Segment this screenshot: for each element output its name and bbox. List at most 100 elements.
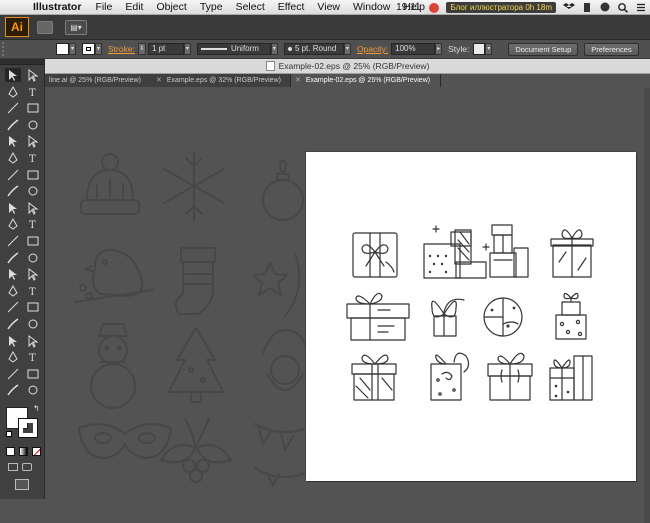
- menu-select[interactable]: Select: [236, 1, 265, 13]
- paintbrush-tool-icon[interactable]: [5, 134, 21, 148]
- eyedropper-tool-icon[interactable]: [5, 234, 21, 248]
- ellipse-tool-icon[interactable]: [5, 317, 21, 331]
- gradient-tool-icon[interactable]: T: [25, 217, 41, 231]
- rotate-tool-icon[interactable]: [5, 168, 21, 182]
- tools-panel-header[interactable]: [0, 59, 44, 65]
- stroke-color-box[interactable]: [18, 418, 38, 438]
- zoom-tool-icon[interactable]: T: [25, 284, 41, 298]
- recording-icon[interactable]: [429, 2, 440, 13]
- santa-icon: [262, 328, 308, 391]
- search-icon[interactable]: [617, 2, 629, 13]
- shape-builder-tool-icon[interactable]: [5, 201, 21, 215]
- stroke-weight-dropdown[interactable]: ▾: [183, 43, 191, 55]
- menu-effect[interactable]: Effect: [278, 1, 305, 13]
- mesh-tool-icon[interactable]: [5, 217, 21, 231]
- twirl-tool-icon[interactable]: [25, 300, 41, 314]
- eraser-tool-icon[interactable]: T: [25, 151, 41, 165]
- hand-grab-tool-icon[interactable]: [5, 383, 21, 397]
- blend-tool-icon[interactable]: [25, 234, 41, 248]
- measure-tool-icon[interactable]: [25, 367, 41, 381]
- symbol-sprayer-tool-icon[interactable]: [5, 251, 21, 265]
- line-tool-icon[interactable]: [5, 118, 21, 132]
- vertical-scrollbar[interactable]: [644, 88, 650, 523]
- menu-view[interactable]: View: [317, 1, 340, 13]
- perspective-grid-tool-icon[interactable]: [25, 201, 41, 215]
- fill-dropdown[interactable]: ▾: [69, 43, 76, 55]
- column-graph-tool-icon[interactable]: [25, 251, 41, 265]
- graphic-style-swatch[interactable]: [473, 43, 486, 55]
- menu-object[interactable]: Object: [156, 1, 186, 13]
- rectangle-tool-icon[interactable]: [25, 118, 41, 132]
- pen-tool-icon[interactable]: [5, 101, 21, 115]
- stroke-swatch[interactable]: [82, 43, 95, 55]
- profile-dropdown[interactable]: ▾: [270, 43, 278, 55]
- star-tool-icon[interactable]: [25, 317, 41, 331]
- menu-file[interactable]: File: [95, 1, 112, 13]
- stroke-stepper[interactable]: ⇕: [137, 43, 146, 55]
- arrange-documents-button[interactable]: ▤▾: [65, 19, 87, 35]
- fill-swatch[interactable]: [56, 43, 69, 55]
- svg-text:T: T: [29, 353, 36, 364]
- width-tool-icon[interactable]: [5, 184, 21, 198]
- stroke-weight-field[interactable]: 1 pt: [147, 43, 184, 55]
- hand-tool-icon[interactable]: [5, 284, 21, 298]
- lasso-tool-icon[interactable]: T: [25, 85, 41, 99]
- color-mode-icon[interactable]: [6, 447, 15, 456]
- gradient-mode-icon[interactable]: [19, 447, 28, 456]
- pencil-tool-icon[interactable]: [25, 134, 41, 149]
- chat-icon[interactable]: [599, 2, 611, 13]
- draw-normal-icon[interactable]: [8, 463, 18, 471]
- pasteboard[interactable]: [45, 88, 650, 523]
- brush-definition[interactable]: 5 pt. Round: [283, 43, 344, 55]
- timer-badge[interactable]: Блог иллюстратора 0h 18m: [446, 2, 556, 13]
- stroke-label[interactable]: Stroke:: [108, 44, 135, 54]
- screen-mode-icon[interactable]: [15, 479, 29, 490]
- selection-tool-icon[interactable]: [5, 68, 21, 82]
- opacity-label[interactable]: Opacity:: [357, 44, 388, 54]
- live-paint-tool-icon[interactable]: T: [25, 350, 41, 364]
- menu-type[interactable]: Type: [200, 1, 223, 13]
- artboard-tool-icon[interactable]: [5, 267, 21, 281]
- menu-edit[interactable]: Edit: [125, 1, 143, 13]
- bridge-button[interactable]: [37, 20, 53, 34]
- close-icon[interactable]: ✕: [156, 77, 162, 84]
- scissors-tool-icon[interactable]: [5, 334, 21, 348]
- app-menu[interactable]: Illustrator: [33, 1, 81, 13]
- default-colors-icon[interactable]: [6, 431, 12, 437]
- magic-wand-tool-icon[interactable]: [5, 85, 21, 99]
- warp-tool-icon[interactable]: [5, 300, 21, 314]
- panel-grip[interactable]: [2, 42, 12, 56]
- document-setup-button[interactable]: Document Setup: [508, 42, 579, 56]
- close-icon[interactable]: ✕: [295, 77, 301, 84]
- opacity-dropdown[interactable]: ▸: [435, 43, 443, 55]
- doc-tab-example[interactable]: ✕ Example.eps @ 32% (RGB/Preview): [152, 74, 291, 87]
- notifications-icon[interactable]: [635, 2, 647, 13]
- swap-colors-icon[interactable]: ↰: [33, 404, 40, 413]
- crop-tool-icon[interactable]: [5, 367, 21, 381]
- direct-selection-tool-icon[interactable]: [25, 68, 41, 82]
- none-mode-icon[interactable]: [32, 447, 41, 456]
- blob-brush-tool-icon[interactable]: [5, 151, 21, 165]
- menu-window[interactable]: Window: [353, 1, 390, 13]
- doc-tab-line[interactable]: line.ai @ 25% (RGB/Preview): [45, 74, 159, 87]
- type-tool-icon[interactable]: [25, 101, 41, 115]
- scale-tool-icon[interactable]: [25, 168, 41, 182]
- feather-tool-icon[interactable]: [5, 350, 21, 364]
- magnify-tool-icon[interactable]: [25, 383, 41, 397]
- brush-dropdown[interactable]: ▾: [343, 43, 351, 55]
- doc-tab-example-02[interactable]: ✕ Example-02.eps @ 25% (RGB/Preview): [291, 74, 441, 87]
- artboard[interactable]: [306, 152, 636, 481]
- evernote-icon[interactable]: [581, 2, 593, 13]
- slice-tool-icon[interactable]: [25, 267, 41, 282]
- draw-behind-icon[interactable]: [22, 463, 32, 471]
- free-transform-tool-icon[interactable]: [25, 184, 41, 198]
- knife-tool-icon[interactable]: [25, 334, 41, 348]
- preferences-button[interactable]: Preferences: [584, 42, 639, 56]
- dropbox-icon[interactable]: [563, 2, 575, 13]
- stroke-color-dropdown[interactable]: ▾: [95, 43, 102, 55]
- clock[interactable]: 19:11: [396, 2, 420, 13]
- variable-width-profile[interactable]: Uniform: [196, 43, 271, 55]
- style-dropdown[interactable]: ▾: [485, 43, 493, 55]
- svg-text:T: T: [29, 287, 36, 298]
- opacity-field[interactable]: 100%: [391, 43, 436, 55]
